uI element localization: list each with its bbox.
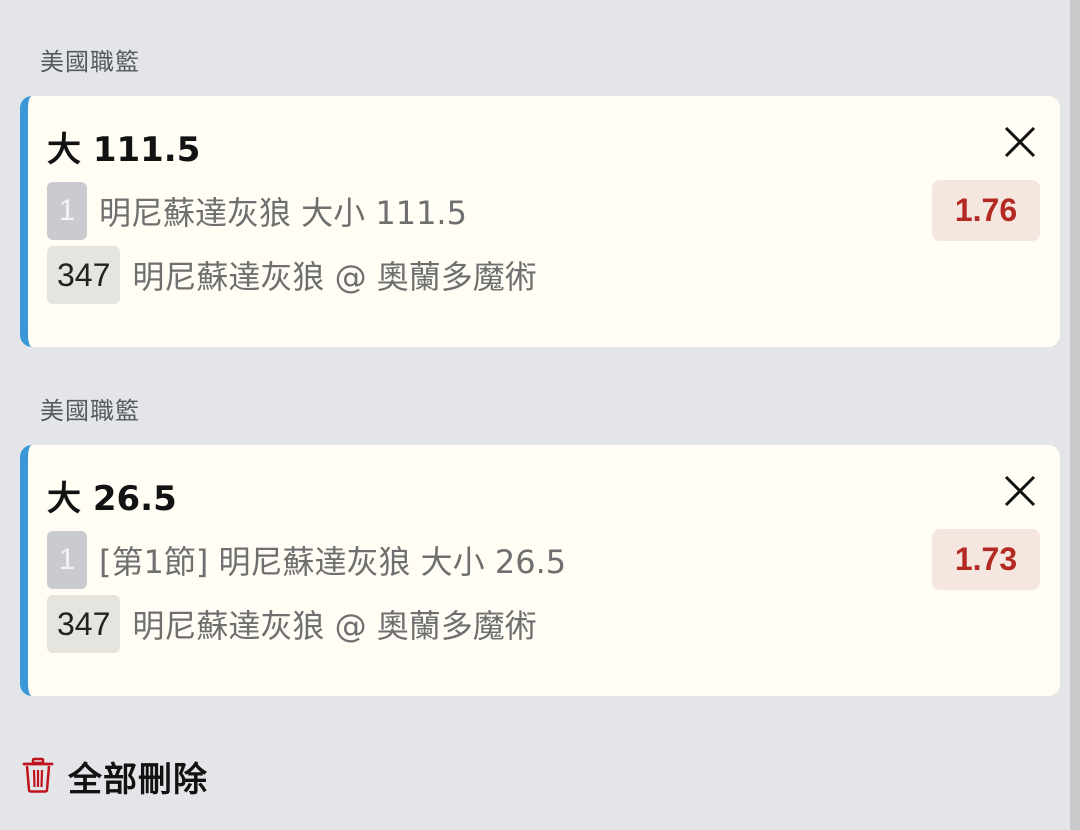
league-label: 美國職籃	[40, 397, 140, 425]
odds-badge: 1.76	[932, 180, 1040, 241]
market-text: [第1節] 明尼蘇達灰狼 大小 26.5	[99, 543, 567, 581]
bet-title: 大 26.5	[47, 479, 177, 519]
close-icon[interactable]	[1002, 124, 1038, 160]
trash-icon	[22, 757, 54, 797]
market-row: 1 [第1節] 明尼蘇達灰狼 大小 26.5	[47, 531, 566, 589]
league-label: 美國職籃	[40, 48, 140, 76]
game-code-badge: 347	[47, 246, 121, 304]
scrollbar[interactable]	[1070, 0, 1080, 830]
market-row: 1 明尼蘇達灰狼 大小 111.5	[47, 182, 467, 240]
matchup-text: 明尼蘇達灰狼 @ 奧蘭多魔術	[132, 607, 537, 645]
delete-all-button[interactable]: 全部刪除	[22, 752, 208, 801]
bet-card: 大 26.5 1 [第1節] 明尼蘇達灰狼 大小 26.5 347 明尼蘇達灰狼…	[20, 445, 1060, 696]
bet-card: 大 111.5 1 明尼蘇達灰狼 大小 111.5 347 明尼蘇達灰狼 @ 奧…	[20, 96, 1060, 347]
odds-badge: 1.73	[932, 529, 1040, 590]
matchup-row: 347 明尼蘇達灰狼 @ 奧蘭多魔術	[47, 246, 537, 304]
close-icon[interactable]	[1002, 473, 1038, 509]
matchup-row: 347 明尼蘇達灰狼 @ 奧蘭多魔術	[47, 595, 537, 653]
delete-all-label: 全部刪除	[68, 760, 208, 800]
selection-number-badge: 1	[47, 531, 87, 589]
matchup-text: 明尼蘇達灰狼 @ 奧蘭多魔術	[132, 258, 537, 296]
selection-number-badge: 1	[47, 182, 87, 240]
game-code-badge: 347	[47, 595, 121, 653]
bet-title: 大 111.5	[47, 130, 201, 170]
market-text: 明尼蘇達灰狼 大小 111.5	[99, 194, 467, 232]
